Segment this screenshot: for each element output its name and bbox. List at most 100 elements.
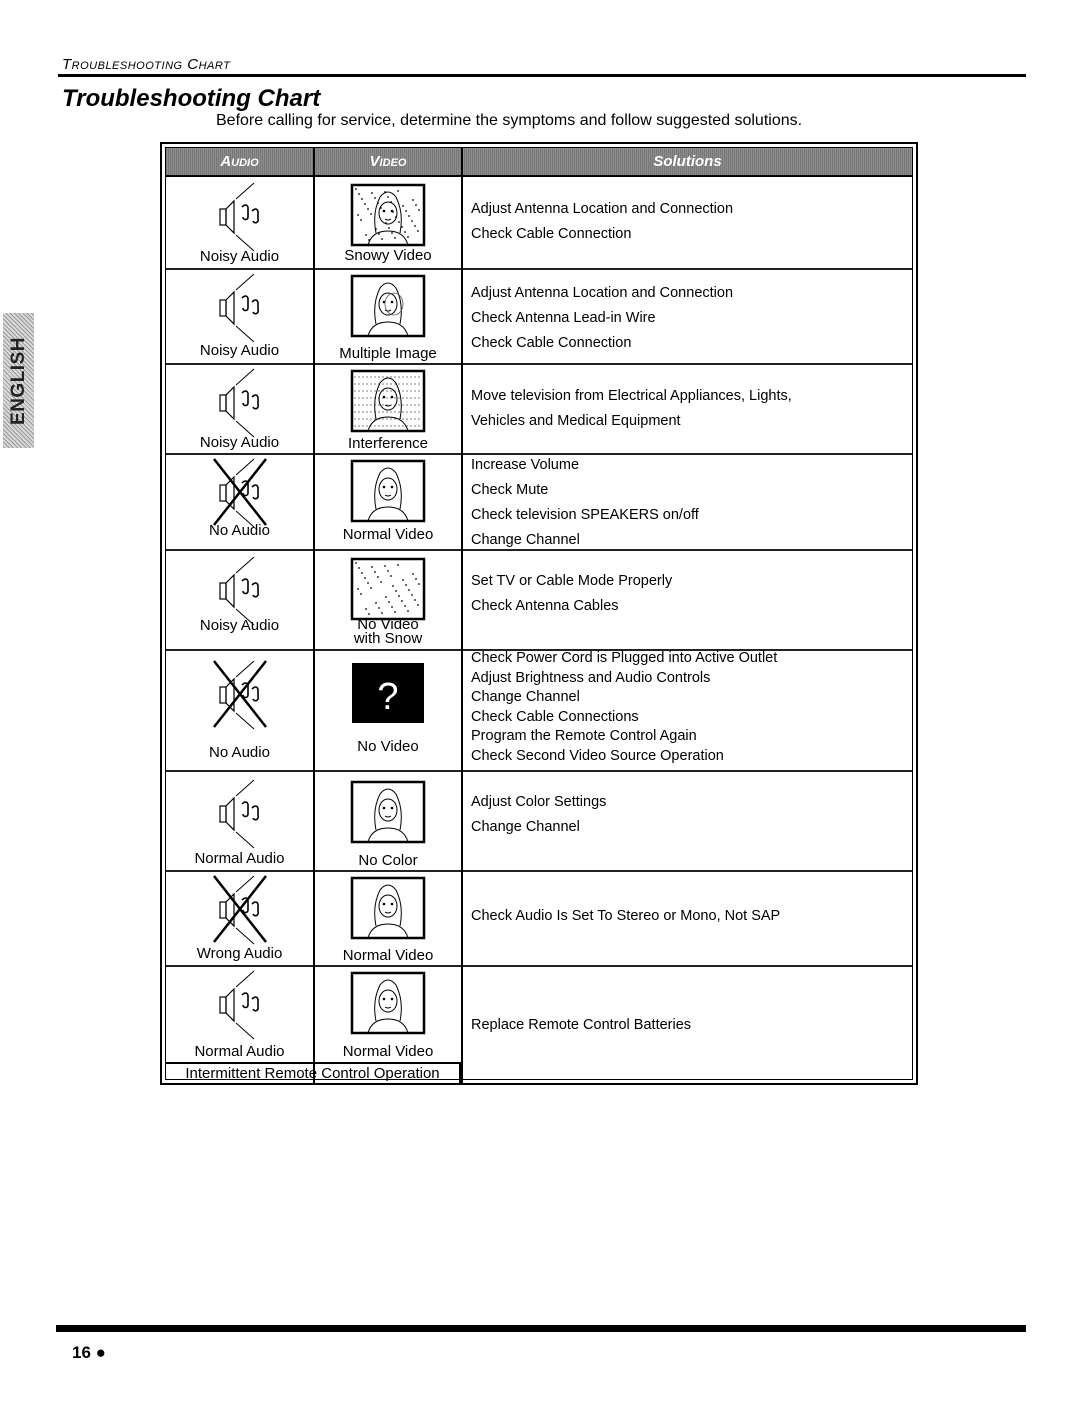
solution-item: Increase Volume: [471, 457, 580, 473]
video-cell: No Video with Snow: [315, 549, 463, 649]
video-cell: Snowy Video: [315, 177, 463, 268]
table-row: Noisy Audio Interference Move television f…: [166, 363, 912, 455]
solution-item: Check Antenna Cables: [471, 598, 619, 614]
video-cell: Normal Video: [315, 870, 463, 965]
video-symptom: Normal Video: [342, 947, 434, 964]
solution-item: Adjust Color Settings: [471, 794, 607, 810]
video-symptom: No Color: [358, 852, 418, 869]
video-cell: Normal Video: [315, 453, 463, 549]
video-symptom: Snowy Video: [344, 247, 432, 264]
solutions-list: Adjust Color Settings Change Channel: [471, 790, 606, 840]
solutions-cell: Adjust Color Settings Change Channel: [463, 770, 912, 870]
speaker-notes-icon: [210, 272, 270, 349]
span-symptom-label: Intermittent Remote Control Operation: [166, 1062, 461, 1083]
solutions-cell: Increase Volume Check Mute Check televisio…: [463, 453, 912, 549]
header-video: Video: [315, 148, 463, 175]
video-symptom: No Video: [357, 738, 419, 755]
audio-symptom: Noisy Audio: [199, 342, 280, 359]
table-row: Wrong Audio Normal Video Check Audio Is Se…: [166, 870, 912, 967]
solution-item: Check Mute: [471, 482, 549, 498]
table-row: Normal Audio No Color Adjust Color Setting…: [166, 770, 912, 872]
speaker-crossed-icon: [210, 874, 270, 951]
speaker-crossed-icon: [210, 659, 270, 736]
page-title: Troubleshooting Chart: [62, 85, 321, 112]
solution-item: Change Channel: [471, 819, 580, 835]
tv-snowy-icon: [350, 183, 426, 252]
solutions-list: Increase Volume Check Mute Check televisio…: [471, 453, 699, 553]
video-cell: Multiple Image: [315, 268, 463, 363]
solutions-cell: Adjust Antenna Location and Connection Ch…: [463, 177, 912, 268]
header-solutions: Solutions: [653, 153, 722, 170]
video-cell: No Color: [315, 770, 463, 870]
speaker-notes-icon: [210, 778, 270, 855]
video-symptom: No Video with Snow: [353, 616, 423, 647]
solution-item: Check Power Cord is Plugged into Active …: [471, 650, 778, 666]
page-number-text: 16: [72, 1343, 91, 1362]
running-head: Troubleshooting Chart: [62, 56, 231, 73]
solution-item: Check Cable Connection: [471, 226, 632, 242]
audio-symptom: No Audio: [209, 522, 270, 539]
solution-item: Replace Remote Control Batteries: [471, 1017, 692, 1033]
solution-item: Check Second Video Source Operation: [471, 747, 724, 764]
table-row: Noisy Audio Multiple Image Adjust Antenna …: [166, 268, 912, 365]
audio-cell: Noisy Audio: [166, 177, 315, 268]
svg-text:?: ?: [377, 676, 398, 718]
solution-item: Program the Remote Control Again: [471, 728, 697, 744]
speaker-notes-icon: [210, 367, 270, 444]
solutions-list: Adjust Antenna Location and Connection Ch…: [471, 281, 733, 356]
audio-cell: No Audio: [166, 453, 315, 549]
tv-normal-icon: [350, 876, 426, 945]
audio-symptom: Normal Audio: [194, 1043, 285, 1060]
solution-item: Check television SPEAKERS on/off: [471, 507, 699, 523]
solution-item: Set TV or Cable Mode Properly: [471, 573, 673, 589]
solution-item: Check Audio Is Set To Stereo or Mono, No…: [471, 908, 781, 924]
solutions-list: Check Power Cord is Plugged into Active …: [471, 649, 777, 766]
solutions-cell: Set TV or Cable Mode Properly Check Anten…: [463, 549, 912, 649]
video-cell: Interference: [315, 363, 463, 453]
speaker-notes-icon: [210, 181, 270, 258]
audio-symptom: Wrong Audio: [196, 945, 283, 962]
footer-rule: [56, 1325, 1026, 1332]
video-cell: ? No Video: [315, 649, 463, 770]
video-symptom: Multiple Image: [339, 345, 437, 362]
audio-symptom: Noisy Audio: [199, 617, 280, 634]
audio-symptom: Normal Audio: [194, 850, 285, 867]
speaker-notes-icon: [210, 969, 270, 1046]
table-row: Normal Audio Normal Video Replace Remote C…: [166, 965, 912, 1083]
page-bullet: ●: [95, 1343, 106, 1362]
solutions-cell: Check Audio Is Set To Stereo or Mono, No…: [463, 870, 912, 965]
audio-cell: Noisy Audio: [166, 363, 315, 453]
solution-item: Adjust Antenna Location and Connection: [471, 285, 734, 301]
table-header: Audio Video Solutions: [166, 148, 912, 177]
tv-multiple-image-icon: [350, 274, 426, 343]
table-row: Noisy Audio Snowy Video Adjust Antenna Loc…: [166, 177, 912, 270]
solution-item: Check Cable Connection: [471, 335, 632, 351]
video-symptom: Normal Video: [342, 1043, 434, 1060]
audio-symptom: No Audio: [209, 744, 270, 761]
troubleshooting-table: Audio Video Solutions Noisy Audio Snowy V…: [160, 142, 918, 1085]
solutions-list: Set TV or Cable Mode Properly Check Anten…: [471, 569, 672, 619]
solutions-list: Move television from Electrical Applianc…: [471, 384, 792, 434]
table-row: No Audio? No Video Check Power Cord is Plu…: [166, 649, 912, 772]
solution-item: Change Channel: [471, 689, 580, 705]
audio-symptom: Noisy Audio: [199, 434, 280, 451]
video-symptom: Normal Video: [342, 526, 434, 543]
tv-interference-icon: [350, 369, 426, 438]
solution-item: Move television from Electrical Applianc…: [471, 388, 792, 404]
solutions-cell: Check Power Cord is Plugged into Active …: [463, 649, 912, 770]
solutions-list: Replace Remote Control Batteries: [471, 1013, 691, 1038]
language-tab: ENGLISH: [3, 313, 34, 448]
audio-cell: Wrong Audio: [166, 870, 315, 965]
tv-normal-icon: [350, 971, 426, 1040]
header-audio: Audio: [166, 148, 315, 175]
header-rule: [58, 74, 1026, 77]
solution-item: Check Cable Connections: [471, 708, 639, 725]
solution-item: Adjust Brightness and Audio Controls: [471, 669, 711, 686]
language-tab-label: ENGLISH: [7, 336, 29, 425]
intro-text: Before calling for service, determine th…: [216, 112, 803, 129]
tv-normal-icon: [350, 780, 426, 849]
solution-item: Vehicles and Medical Equipment: [471, 413, 681, 429]
video-symptom: Interference: [347, 435, 429, 452]
solutions-list: Adjust Antenna Location and Connection Ch…: [471, 197, 733, 247]
tv-normal-icon: [350, 459, 426, 528]
